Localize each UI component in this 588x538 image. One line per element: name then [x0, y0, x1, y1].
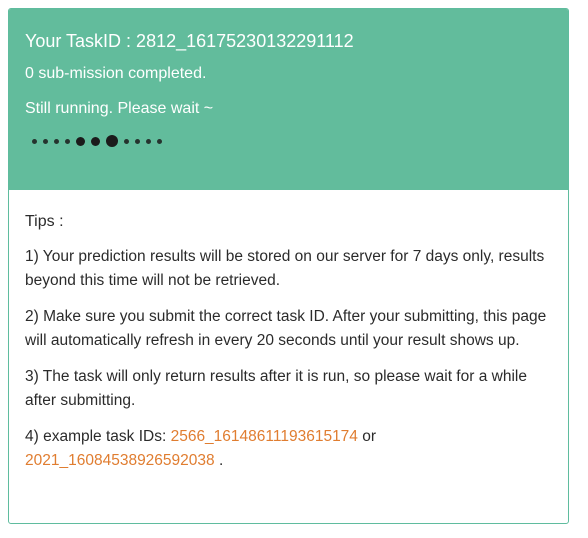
tip-3: 3) The task will only return results aft…	[25, 368, 527, 409]
tip-2: 2) Make sure you submit the correct task…	[25, 308, 547, 349]
tip-4: 4) example task IDs: 2566_16148611193615…	[25, 425, 553, 473]
loading-dot	[32, 138, 37, 144]
tips-section: Tips : 1) Your prediction results will b…	[9, 190, 568, 473]
loading-dot	[43, 138, 48, 144]
tip-4-suffix: .	[214, 452, 224, 469]
loading-dot	[54, 138, 59, 144]
loading-dot	[65, 138, 70, 144]
loading-dot	[106, 135, 118, 147]
loading-dot	[146, 138, 151, 144]
loading-dot	[76, 136, 85, 146]
completed-count-text: 0 sub-mission completed.	[25, 65, 207, 82]
task-status-card: Your TaskID : 2812_16175230132291112 0 s…	[8, 8, 569, 524]
example-task-id-link-1[interactable]: 2566_16148611193615174	[171, 428, 358, 445]
tip-1: 1) Your prediction results will be store…	[25, 248, 545, 289]
task-id-text: Your TaskID : 2812_16175230132291112	[25, 31, 354, 51]
loading-dot	[157, 138, 162, 144]
tip-4-mid: or	[357, 428, 377, 445]
loading-dot	[135, 138, 140, 144]
status-header: Your TaskID : 2812_16175230132291112 0 s…	[9, 9, 568, 190]
loading-dot	[124, 138, 129, 144]
loading-indicator	[32, 132, 568, 150]
example-task-id-link-2[interactable]: 2021_16084538926592038	[25, 452, 215, 469]
tips-title: Tips :	[25, 213, 64, 230]
tip-4-prefix: 4) example task IDs:	[25, 428, 171, 445]
running-status-text: Still running. Please wait ~	[25, 100, 214, 117]
loading-dot	[91, 136, 100, 146]
